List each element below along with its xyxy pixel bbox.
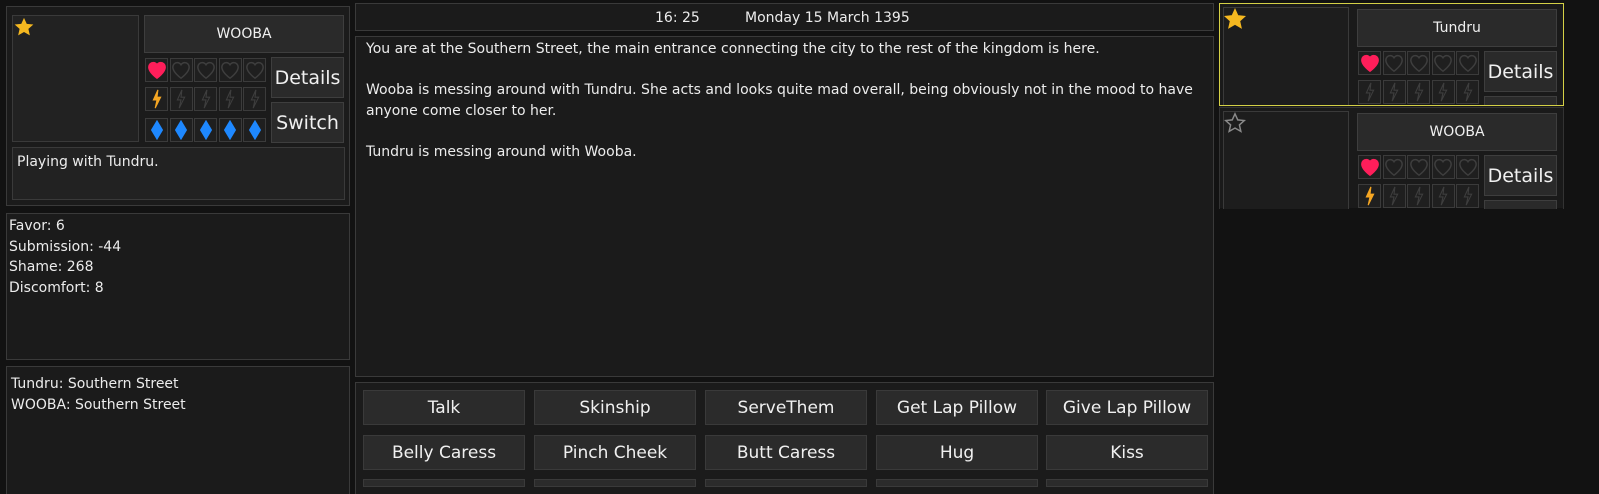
narrative-paragraph: You are at the Southern Street, the main…	[366, 41, 1100, 57]
heart-icon	[1358, 51, 1381, 75]
heart-icon	[1358, 155, 1381, 179]
stats-panel: Favor: 6 Submission: -44 Shame: 268 Disc…	[6, 213, 350, 360]
action-pinch-cheek-button[interactable]: Pinch Cheek	[534, 435, 696, 470]
favorite-star-icon[interactable]	[13, 16, 35, 38]
diamond-icon	[169, 118, 193, 142]
diamond-icon	[145, 118, 168, 142]
action-talk-button[interactable]: Talk	[363, 390, 525, 425]
bolt-icon	[1431, 184, 1455, 208]
action-kiss-button[interactable]: Kiss	[1046, 435, 1208, 470]
action-get-lap-pillow-button[interactable]: Get Lap Pillow	[876, 390, 1038, 425]
stat-favor: Favor: 6	[9, 218, 65, 234]
action-button[interactable]	[1046, 479, 1208, 487]
time-text: 16: 25	[655, 10, 700, 26]
party-member-card[interactable]: WOOBA Details	[1219, 107, 1564, 209]
narrative-panel: You are at the Southern Street, the main…	[355, 36, 1214, 377]
activity-text: Playing with Tundru.	[17, 154, 159, 170]
diamond-icon	[218, 118, 242, 142]
party-details-button[interactable]: Details	[1484, 51, 1557, 92]
action-button[interactable]	[705, 479, 867, 487]
bolt-icon	[218, 87, 242, 111]
diamond-icon	[243, 118, 266, 142]
bolt-icon	[1431, 80, 1455, 104]
bolt-icon	[169, 87, 193, 111]
character-name-button[interactable]: WOOBA	[144, 15, 344, 53]
heart-icon	[243, 58, 266, 82]
action-hug-button[interactable]: Hug	[876, 435, 1038, 470]
bolt-icon	[1358, 80, 1381, 104]
action-belly-caress-button[interactable]: Belly Caress	[363, 435, 525, 470]
bolt-icon	[1358, 184, 1381, 208]
heart-icon	[1431, 51, 1455, 75]
switch-button[interactable]: Switch	[271, 102, 344, 143]
stat-submission: Submission: -44	[9, 238, 122, 255]
heart-icon	[1382, 51, 1406, 75]
action-skinship-button[interactable]: Skinship	[534, 390, 696, 425]
stat-shame: Shame: 268	[9, 259, 94, 275]
action-button[interactable]	[876, 479, 1038, 487]
action-butt-caress-button[interactable]: Butt Caress	[705, 435, 867, 470]
action-servethem-button[interactable]: ServeThem	[705, 390, 867, 425]
clock-bar: 16: 25 Monday 15 March 1395	[355, 3, 1214, 31]
location-line: WOOBA: Southern Street	[11, 396, 186, 413]
heart-icon	[1456, 155, 1479, 179]
diamond-icon	[194, 118, 217, 142]
party-member-name-button[interactable]: WOOBA	[1357, 113, 1557, 151]
location-line: Tundru: Southern Street	[11, 376, 179, 392]
bolt-icon	[243, 87, 266, 111]
heart-icon	[169, 58, 193, 82]
heart-icon	[1382, 155, 1406, 179]
party-member-name-button[interactable]: Tundru	[1357, 9, 1557, 47]
heart-icon	[1456, 51, 1479, 75]
heart-icon	[145, 58, 168, 82]
heart-icon	[1407, 51, 1430, 75]
bolt-icon	[1456, 80, 1479, 104]
stat-discomfort: Discomfort: 8	[9, 279, 104, 296]
heart-icon	[194, 58, 217, 82]
activity-box: Playing with Tundru.	[12, 147, 345, 200]
locations-panel: Tundru: Southern Street WOOBA: Southern …	[6, 366, 350, 494]
bolt-icon	[145, 87, 168, 111]
action-button[interactable]	[363, 479, 525, 487]
details-button[interactable]: Details	[271, 57, 344, 98]
favorite-star-icon[interactable]	[1224, 8, 1246, 30]
bolt-icon	[1456, 184, 1479, 208]
bolt-icon	[194, 87, 217, 111]
heart-icon	[1431, 155, 1455, 179]
action-button[interactable]	[534, 479, 696, 487]
party-member-card[interactable]: Tundru Details	[1219, 3, 1564, 106]
bolt-icon	[1407, 80, 1430, 104]
action-give-lap-pillow-button[interactable]: Give Lap Pillow	[1046, 390, 1208, 425]
party-details-button[interactable]: Details	[1484, 155, 1557, 196]
narrative-paragraph: Tundru is messing around with Wooba.	[366, 144, 637, 160]
date-text: Monday 15 March 1395	[745, 10, 910, 26]
heart-icon	[1407, 155, 1430, 179]
narrative-paragraph: Wooba is messing around with Tundru. She…	[366, 82, 1193, 119]
party-extra-button[interactable]	[1484, 200, 1557, 209]
favorite-star-icon[interactable]	[1224, 112, 1246, 134]
bolt-icon	[1407, 184, 1430, 208]
heart-icon	[218, 58, 242, 82]
bolt-icon	[1382, 80, 1406, 104]
party-extra-button[interactable]	[1484, 96, 1557, 105]
bolt-icon	[1382, 184, 1406, 208]
